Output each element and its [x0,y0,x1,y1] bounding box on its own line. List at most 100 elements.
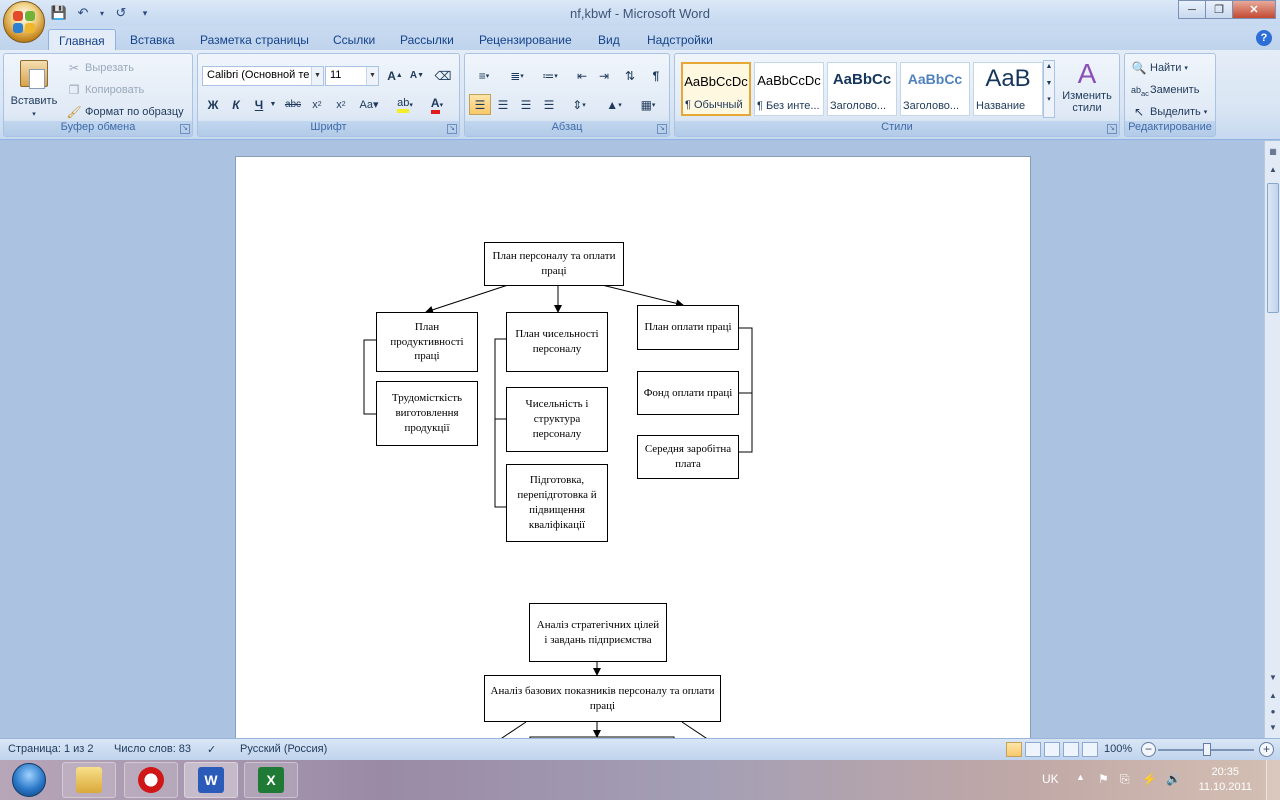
style-normal[interactable]: AaBbCcDc ¶ Обычный [681,62,751,116]
browse-object-icon[interactable]: ● [1266,705,1280,719]
sort-icon[interactable]: ⇅ [619,65,641,86]
font-size-combo[interactable]: 11 ▼ [325,66,379,86]
volume-icon[interactable]: 🔊 [1166,772,1181,786]
device-icon[interactable]: ⎘ [1120,772,1130,787]
borders-icon[interactable]: ▦ ▾ [633,94,663,115]
line-spacing-icon[interactable]: ⇕ ▾ [565,94,593,115]
outline-view-icon[interactable] [1063,742,1079,757]
tab-review[interactable]: Рецензирование [469,29,582,50]
scroll-up-icon[interactable]: ▲ [1266,163,1280,177]
change-case-button[interactable]: Aa▾ [354,94,384,115]
scroll-down-icon[interactable]: ▼ [1266,671,1280,685]
redo-icon[interactable]: ↺ [112,4,130,22]
undo-dropdown-icon[interactable]: ▾ [98,4,106,22]
more-styles-icon[interactable]: ▾ [1044,95,1054,103]
bullets-button[interactable]: ≡ ▾ [469,65,499,86]
justify-icon[interactable]: ☰ [538,94,560,115]
draft-view-icon[interactable] [1082,742,1098,757]
highlight-button[interactable]: ab ▾ [390,94,420,115]
clipboard-launcher-icon[interactable]: ↘ [180,124,190,134]
pilcrow-icon[interactable]: ¶ [645,65,667,86]
start-button[interactable] [3,760,55,800]
style-no-spacing[interactable]: AaBbCcDc ¶ Без инте... [754,62,824,116]
cut-button[interactable]: ✂ Вырезать [66,60,134,76]
scrollbar-thumb[interactable] [1267,183,1279,313]
document-page[interactable]: План персоналу та оплати праці План прод… [235,156,1031,738]
language-bar[interactable]: UK [1042,772,1059,786]
tab-insert[interactable]: Вставка [120,29,185,50]
chevron-down-icon[interactable]: ▼ [1044,80,1054,87]
zoom-level[interactable]: 100% [1104,743,1132,755]
font-name-combo[interactable]: Calibri (Основной те ▼ [202,66,324,86]
multilevel-list-button[interactable]: ≔ ▾ [535,65,565,86]
underline-dropdown-icon[interactable]: ▼ [268,94,278,115]
style-heading-2[interactable]: AaBbCc Заголово... [900,62,970,116]
superscript-button[interactable]: x2 [330,94,352,115]
taskbar-word[interactable]: W [184,762,238,798]
find-button[interactable]: 🔍 Найти ▾ [1131,60,1188,76]
align-center-icon[interactable]: ☰ [492,94,514,115]
close-button[interactable]: ✕ [1232,0,1276,19]
format-painter-button[interactable]: 🖌 Формат по образцу [66,104,183,120]
italic-button[interactable]: К [225,94,247,115]
paragraph-launcher-icon[interactable]: ↘ [657,124,667,134]
align-left-icon[interactable]: ☰ [469,94,491,115]
styles-scroll[interactable]: ▲ ▼ ▾ [1043,60,1055,118]
paste-button[interactable]: Вставить ▾ [8,58,60,118]
taskbar-explorer[interactable] [62,762,116,798]
styles-launcher-icon[interactable]: ↘ [1107,124,1117,134]
tab-addins[interactable]: Надстройки [637,29,723,50]
power-icon[interactable]: ⚡ [1142,772,1157,786]
web-layout-view-icon[interactable] [1044,742,1060,757]
numbering-button[interactable]: ≣ ▾ [502,65,532,86]
page-count[interactable]: Страница: 1 из 2 [8,743,94,755]
minimize-button[interactable]: ─ [1178,0,1206,19]
align-right-icon[interactable]: ☰ [515,94,537,115]
style-heading-1[interactable]: AaBbCc Заголово... [827,62,897,116]
action-center-icon[interactable]: ⚑ [1098,772,1109,786]
style-title[interactable]: AaB Название [973,62,1043,116]
chevron-up-icon[interactable]: ▲ [1044,63,1054,70]
decrease-indent-icon[interactable]: ⇤ [571,65,593,86]
previous-page-icon[interactable]: ▲ [1266,689,1280,703]
ruler-toggle-icon[interactable]: ▦ [1266,145,1280,159]
print-layout-view-icon[interactable] [1006,742,1022,757]
vertical-scrollbar[interactable]: ▦ ▲ ▼ ▲ ● ▼ [1264,141,1280,738]
tab-references[interactable]: Ссылки [323,29,385,50]
word-count[interactable]: Число слов: 83 [114,743,191,755]
full-screen-reading-view-icon[interactable] [1025,742,1041,757]
tab-view[interactable]: Вид [588,29,630,50]
shrink-font-button[interactable]: A ▼ [406,65,428,86]
font-launcher-icon[interactable]: ↘ [447,124,457,134]
customize-qat-icon[interactable]: ▾ [136,4,154,22]
bold-button[interactable]: Ж [202,94,224,115]
grow-font-button[interactable]: A ▲ [384,65,406,86]
save-icon[interactable]: 💾 [50,4,68,22]
copy-button[interactable]: ❐ Копировать [66,82,145,98]
tab-home[interactable]: Главная [48,29,116,50]
taskbar-excel[interactable]: X [244,762,298,798]
clear-formatting-icon[interactable]: ⌫ [432,65,454,86]
font-color-button[interactable]: A ▾ [422,94,452,115]
taskbar-opera[interactable] [124,762,178,798]
tab-page-layout[interactable]: Разметка страницы [190,29,319,50]
spellcheck-icon[interactable]: ✓ [207,743,216,756]
shading-icon[interactable]: ▲ ▾ [599,94,629,115]
zoom-in-icon[interactable]: + [1259,742,1274,757]
maximize-button[interactable]: ❐ [1205,0,1233,19]
change-styles-button[interactable]: A Изменить стили [1057,58,1117,114]
tab-mailings[interactable]: Рассылки [390,29,464,50]
help-icon[interactable]: ? [1256,30,1272,46]
increase-indent-icon[interactable]: ⇥ [593,65,615,86]
undo-icon[interactable]: ↶ [74,4,92,22]
language-indicator[interactable]: Русский (Россия) [240,743,327,755]
replace-button[interactable]: abac Заменить [1131,82,1199,98]
underline-button[interactable]: Ч [248,94,270,115]
strikethrough-button[interactable]: abc [282,94,304,115]
next-page-icon[interactable]: ▼ [1266,721,1280,735]
subscript-button[interactable]: x2 [306,94,328,115]
clock[interactable]: 20:35 11.10.2011 [1199,765,1252,795]
select-button[interactable]: ↖ Выделить ▾ [1131,104,1207,120]
show-desktop-button[interactable] [1266,760,1280,800]
zoom-out-icon[interactable]: − [1141,742,1156,757]
